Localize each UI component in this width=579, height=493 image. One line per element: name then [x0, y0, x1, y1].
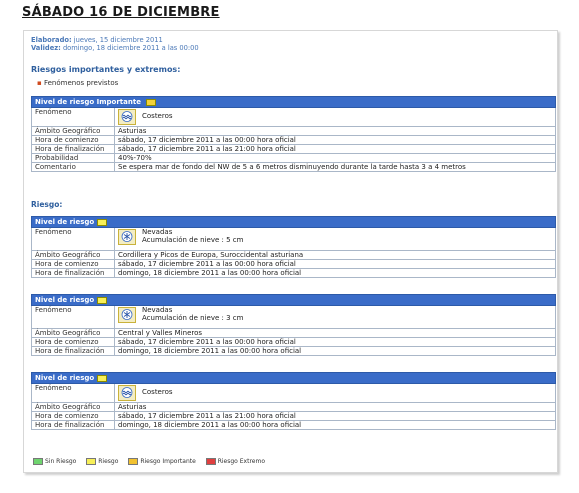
risk-header: Nivel de riesgo — [31, 294, 556, 306]
riesgo-label: Riesgo: — [31, 200, 63, 209]
legend-item: Sin Riesgo — [33, 458, 76, 465]
row-value: sábado, 17 diciembre 2011 a las 21:00 ho… — [114, 411, 556, 421]
row-value: sábado, 17 diciembre 2011 a las 00:00 ho… — [114, 259, 556, 269]
phenomenon-extra: Acumulación de nieve : 5 cm — [142, 236, 244, 244]
bullet-icon: ▪ — [37, 79, 42, 87]
phenomenon-extra: Acumulación de nieve : 3 cm — [142, 314, 244, 322]
legend-swatch — [205, 458, 216, 465]
legend: Sin Riesgo Riesgo Riesgo Importante Ries… — [33, 458, 273, 465]
row-label: Hora de finalización — [31, 420, 115, 430]
row-label: Probabilidad — [31, 153, 115, 163]
phenomenon-name: Nevadas — [142, 306, 173, 314]
risk-header: Nivel de riesgo — [31, 372, 556, 384]
waves-icon — [118, 385, 136, 401]
important-risk-header: Nivel de riesgo Importante — [31, 96, 556, 108]
legend-label: Riesgo — [98, 458, 119, 465]
row-value: Nevadas Acumulación de nieve : 3 cm — [114, 305, 556, 329]
row-label: Hora de comienzo — [31, 337, 115, 347]
risk-header-text: Nivel de riesgo — [35, 374, 95, 382]
risk-header: Nivel de riesgo — [31, 216, 556, 228]
legend-label: Sin Riesgo — [45, 458, 77, 465]
row-label: Ámbito Geográfico — [31, 126, 115, 136]
row-value: Se espera mar de fondo del NW de 5 a 6 m… — [114, 162, 556, 172]
waves-icon — [118, 109, 136, 125]
risk-flag-icon — [97, 374, 108, 382]
row-label: Ámbito Geográfico — [31, 250, 115, 260]
risk-header-text: Nivel de riesgo — [35, 296, 95, 304]
risk-table: Nivel de riesgo Fenómeno Costeros Ámbito… — [31, 372, 556, 430]
row-value: domingo, 18 diciembre 2011 a las 00:00 h… — [114, 346, 556, 356]
row-value: Costeros — [114, 383, 556, 403]
phenomenon-details: Nevadas Acumulación de nieve : 3 cm — [142, 306, 243, 322]
risk-flag-icon — [97, 218, 108, 226]
row-label: Hora de finalización — [31, 144, 115, 154]
risk-table: Nivel de riesgo Fenómeno Nevadas Acumulac… — [31, 294, 556, 356]
row-value: Central y Valles Mineros — [114, 328, 556, 338]
row-value: domingo, 18 diciembre 2011 a las 00:00 h… — [114, 420, 556, 430]
legend-label: Riesgo Importante — [140, 458, 196, 465]
legend-swatch — [128, 458, 139, 465]
row-value: Asturias — [114, 126, 556, 136]
phenomenon-name: Nevadas — [142, 228, 173, 236]
legend-swatch — [86, 458, 97, 465]
phenomenon-name: Costeros — [142, 388, 173, 396]
bullet-item: ▪ Fenómenos previstos — [37, 79, 118, 87]
phenomenon-details: Nevadas Acumulación de nieve : 5 cm — [142, 228, 243, 244]
row-value: sábado, 17 diciembre 2011 a las 21:00 ho… — [114, 144, 556, 154]
row-label: Hora de comienzo — [31, 411, 115, 421]
row-value: sábado, 17 diciembre 2011 a las 00:00 ho… — [114, 135, 556, 145]
row-value: Asturias — [114, 402, 556, 412]
row-label: Hora de comienzo — [31, 135, 115, 145]
forecast-panel: Elaborado: jueves, 15 diciembre 2011 Val… — [23, 30, 558, 473]
legend-swatch — [33, 458, 43, 465]
legend-item: Riesgo Importante — [128, 458, 196, 465]
row-label: Ámbito Geográfico — [31, 402, 115, 412]
legend-item: Riesgo Extremo — [205, 458, 265, 465]
legend-item: Riesgo — [86, 458, 118, 465]
row-value: Cordillera y Picos de Europa, Surocciden… — [114, 250, 556, 260]
phenomenon-name: Costeros — [142, 112, 173, 120]
row-label: Fenómeno — [31, 227, 115, 251]
snowflake-icon — [118, 229, 136, 245]
row-value: Nevadas Acumulación de nieve : 5 cm — [114, 227, 556, 251]
row-label: Fenómeno — [31, 107, 115, 127]
row-label: Ámbito Geográfico — [31, 328, 115, 338]
bullet-text: Fenómenos previstos — [43, 79, 119, 87]
risk-header-text: Nivel de riesgo — [35, 218, 95, 226]
risk-table: Nivel de riesgo Fenómeno Nevadas Acumulac… — [31, 216, 556, 278]
page-title: SÁBADO 16 DE DICIEMBRE — [22, 5, 220, 20]
elaborado-key: Elaborado: — [31, 36, 72, 44]
row-label: Hora de finalización — [31, 346, 115, 356]
elaborado-value: jueves, 15 diciembre 2011 — [73, 36, 163, 44]
validez-line: Validez: domingo, 18 diciembre 2011 a la… — [31, 44, 199, 52]
row-label: Hora de finalización — [31, 268, 115, 278]
important-flag-icon — [146, 98, 157, 106]
row-value: 40%-70% — [114, 153, 556, 163]
legend-label: Riesgo Extremo — [217, 458, 265, 465]
row-label: Comentario — [31, 162, 115, 172]
row-label: Fenómeno — [31, 383, 115, 403]
row-label: Fenómeno — [31, 305, 115, 329]
important-header-text: Nivel de riesgo Importante — [35, 98, 141, 106]
validez-key: Validez: — [31, 44, 61, 52]
row-value: sábado, 17 diciembre 2011 a las 00:00 ho… — [114, 337, 556, 347]
row-value: Costeros — [114, 107, 556, 127]
elaborado-line: Elaborado: jueves, 15 diciembre 2011 — [31, 36, 163, 44]
risk-flag-icon — [97, 296, 108, 304]
row-label: Hora de comienzo — [31, 259, 115, 269]
snowflake-icon — [118, 307, 136, 323]
section-title: Riesgos importantes y extremos: — [31, 65, 181, 74]
row-value: domingo, 18 diciembre 2011 a las 00:00 h… — [114, 268, 556, 278]
important-risk-table: Nivel de riesgo Importante Fenómeno Cost… — [31, 96, 556, 172]
validez-value: domingo, 18 diciembre 2011 a las 00:00 — [62, 44, 199, 52]
